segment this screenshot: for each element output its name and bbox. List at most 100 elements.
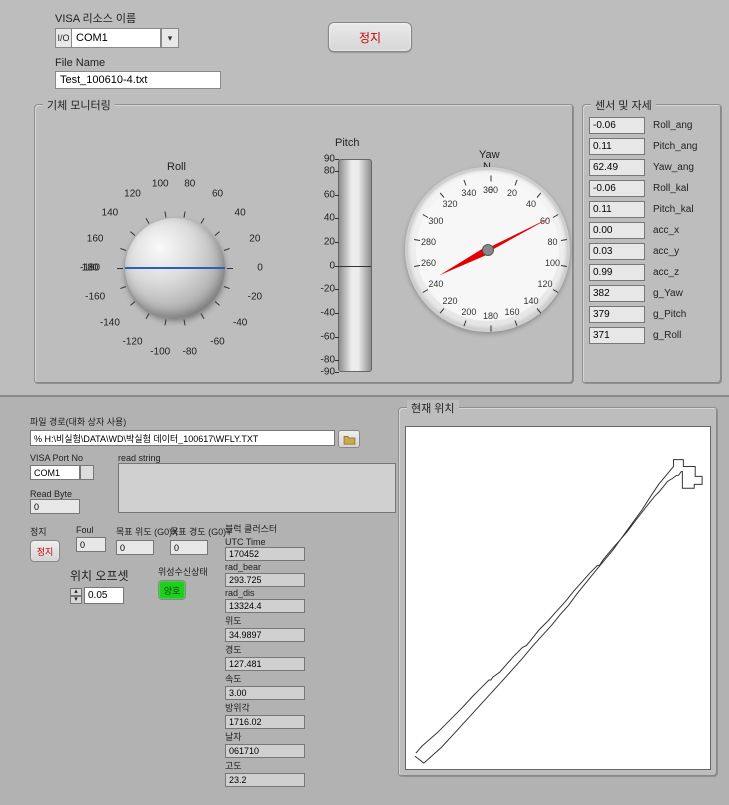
yaw-tick: 300 xyxy=(428,216,443,226)
roll-tick: -160 xyxy=(85,292,105,303)
pitch-gauge[interactable]: Pitch 90806040200-20-40-60-80-90 xyxy=(315,135,385,365)
yaw-tick: 280 xyxy=(421,237,436,247)
cluster-value xyxy=(225,547,305,561)
sensor-row: g_Roll xyxy=(589,327,715,344)
yaw-tick: 260 xyxy=(421,258,436,268)
sensor-label: acc_y xyxy=(653,246,679,257)
pitch-tick: -60 xyxy=(315,331,335,342)
roll-tick: -80 xyxy=(183,346,197,357)
sensor-label: g_Roll xyxy=(653,330,681,341)
pitch-tick: 60 xyxy=(315,189,335,200)
pitch-tick: 80 xyxy=(315,165,335,176)
cluster-value xyxy=(225,599,305,613)
sensor-label: g_Pitch xyxy=(653,309,686,320)
folder-icon xyxy=(343,434,356,445)
sensor-row: Roll_kal xyxy=(589,180,715,197)
cluster-label: 속도 xyxy=(225,672,355,685)
sensor-value xyxy=(589,180,645,197)
roll-tick: -60 xyxy=(210,336,224,347)
pitch-label: Pitch xyxy=(335,137,359,149)
lower-stop-label: 정지 xyxy=(30,525,60,538)
roll-tick: -40 xyxy=(233,317,247,328)
sensor-row: Pitch_kal xyxy=(589,201,715,218)
yaw-tick: 140 xyxy=(523,296,538,306)
sensor-row: Pitch_ang xyxy=(589,138,715,155)
sensor-label: Yaw_ang xyxy=(653,162,694,173)
roll-tick: 0 xyxy=(257,263,263,274)
foul-output xyxy=(76,537,106,552)
pitch-tick: -40 xyxy=(315,307,335,318)
trajectory-plot[interactable] xyxy=(405,426,711,770)
readstring-output xyxy=(118,463,396,513)
yaw-tick: 360 xyxy=(483,185,498,195)
longoal-label: 목표 경도 (G0)Y xyxy=(170,525,232,538)
readbyte-output xyxy=(30,499,80,514)
lower-stop-button[interactable]: 정지 xyxy=(30,540,60,562)
pitch-tick: -80 xyxy=(315,355,335,366)
readstring-label: read string xyxy=(118,453,396,463)
pitch-tick: -90 xyxy=(315,367,335,378)
visa2-dropdown[interactable] xyxy=(80,465,94,480)
block-cluster: 블럭 클러스터 UTC Timerad_bearrad_dis위도경도속도방위각… xyxy=(225,522,355,788)
browse-button[interactable] xyxy=(338,430,360,448)
offset-up[interactable]: ▴ xyxy=(70,588,82,596)
satellite-status-button[interactable]: 양호 xyxy=(158,580,186,600)
visa2-input[interactable] xyxy=(30,465,80,480)
sensor-label: Roll_ang xyxy=(653,120,692,131)
sensor-row: acc_x xyxy=(589,222,715,239)
pitch-tick: 90 xyxy=(315,154,335,165)
yaw-gauge[interactable]: 0204060801001201401601802002202402602803… xyxy=(405,167,570,332)
offset-input[interactable] xyxy=(84,587,124,604)
sensor-row: g_Pitch xyxy=(589,306,715,323)
cluster-value xyxy=(225,744,305,758)
filename-label: File Name xyxy=(55,57,221,69)
cluster-value xyxy=(225,628,305,642)
roll-tick: 180 xyxy=(82,263,99,274)
sensor-label: Pitch_kal xyxy=(653,204,694,215)
visa2-label: VISA Port No xyxy=(30,453,94,463)
longoal-output xyxy=(170,540,208,555)
offset-down[interactable]: ▾ xyxy=(70,596,82,604)
cluster-label: rad_dis xyxy=(225,588,355,598)
filepath-input[interactable] xyxy=(30,430,335,446)
roll-tick: -140 xyxy=(100,317,120,328)
roll-label: Roll xyxy=(167,161,186,173)
stop-button[interactable]: 정지 xyxy=(328,22,412,52)
sensor-row: Yaw_ang xyxy=(589,159,715,176)
offset-label: 위치 오프셋 xyxy=(70,567,129,584)
sensor-value xyxy=(589,243,645,260)
sensor-value xyxy=(589,138,645,155)
yaw-tick: 340 xyxy=(461,188,476,198)
cluster-value xyxy=(225,773,305,787)
cluster-label: 날자 xyxy=(225,730,355,743)
sensor-row: acc_z xyxy=(589,264,715,281)
roll-tick: 140 xyxy=(102,208,119,219)
roll-tick: 120 xyxy=(124,189,141,200)
pitch-tick: 0 xyxy=(315,260,335,271)
yaw-tick: 160 xyxy=(505,307,520,317)
visa-resource-dropdown[interactable] xyxy=(161,28,179,48)
sensor-label: Roll_kal xyxy=(653,183,689,194)
roll-gauge[interactable]: -180-160-140-120-100-80-60-40-2002040608… xyxy=(80,173,270,363)
sensors-title: 센서 및 자세 xyxy=(591,97,656,113)
filename-input[interactable] xyxy=(55,71,221,89)
yaw-tick: 240 xyxy=(428,279,443,289)
yaw-tick: 120 xyxy=(538,279,553,289)
cluster-value xyxy=(225,686,305,700)
sensor-label: g_Yaw xyxy=(653,288,683,299)
sensors-group: 센서 및 자세 Roll_angPitch_angYaw_angRoll_kal… xyxy=(582,104,722,384)
filepath-label: 파일 경로(대화 상자 사용) xyxy=(30,415,360,428)
visa-resource-input[interactable] xyxy=(71,28,161,48)
roll-tick: -20 xyxy=(248,292,262,303)
io-icon: I/O xyxy=(55,28,71,48)
visa-resource-label: VISA 리소스 이름 xyxy=(55,10,179,26)
yaw-tick: 20 xyxy=(507,188,517,198)
cluster-value xyxy=(225,715,305,729)
latgoal-label: 목표 위도 (G0)X xyxy=(116,525,178,538)
plot-group: 현재 위치 xyxy=(398,407,718,777)
gauge-group: 기체 모니터링 Roll -180-160-140-120-100-80-60-… xyxy=(34,104,574,384)
yaw-tick: 100 xyxy=(545,258,560,268)
cluster-label: 경도 xyxy=(225,643,355,656)
sensor-row: acc_y xyxy=(589,243,715,260)
cluster-label: 방위각 xyxy=(225,701,355,714)
